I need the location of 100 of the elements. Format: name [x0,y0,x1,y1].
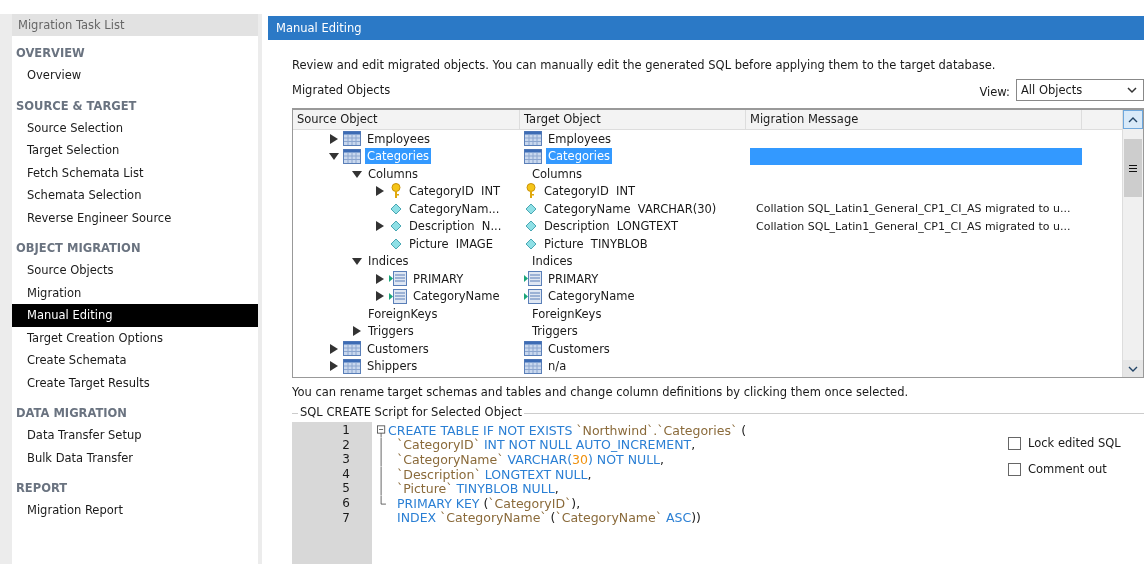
target-object-name[interactable]: Employees [546,130,613,147]
section-heading: REPORT [16,480,69,497]
sidebar-item[interactable]: Source Selection [12,116,258,139]
description-text: Review and edit migrated objects. You can manually edit the generated SQL before applying them to the target database. [292,58,997,74]
code-line: `CategoryName` VARCHAR(30) NOT NULL, [396,452,665,467]
sidebar-item[interactable]: Target Creation Options [12,326,258,349]
sidebar-item[interactable]: Fetch Schemata List [12,161,258,184]
checkbox[interactable] [1008,436,1021,450]
target-object-name[interactable]: Customers [546,340,612,357]
target-object-name[interactable]: Picture TINYBLOB [542,235,650,252]
collapsed-arrow-icon[interactable] [375,221,385,232]
collapsed-arrow-icon[interactable] [375,273,385,284]
chevron-down-icon [1128,365,1138,372]
target-object-name[interactable]: Triggers [530,323,580,340]
sidebar-item[interactable]: Create Target Results [12,371,258,394]
migration-message: Collation SQL_Latin1_General_CP1_CI_AS migrated to u... [756,219,1071,233]
scroll-up-button[interactable] [1123,110,1143,129]
table-icon [343,148,361,164]
fold-minus-icon[interactable] [376,423,387,438]
line-number: 4 [341,466,351,482]
target-object-name[interactable]: Columns [530,165,585,182]
section-heading: OBJECT MIGRATION [16,240,142,257]
source-object-name[interactable]: Customers [365,340,431,357]
key-icon [389,183,403,200]
table-icon [343,341,361,357]
code-line: `CategoryID` INT NOT NULL AUTO_INCREMENT, [396,437,696,453]
checkbox-label[interactable]: Comment out [1028,462,1107,476]
scrollbar-thumb[interactable] [1124,139,1142,197]
diamond-icon [389,219,403,234]
source-object-name[interactable]: CategoryName [411,288,502,305]
source-object-name[interactable]: Shippers [365,358,420,375]
column-header[interactable]: Target Object [520,110,746,129]
source-object-name[interactable]: CategoryNam... [407,200,502,217]
code-line: `Picture` TINYBLOB NULL, [396,481,559,497]
table-icon [524,131,542,147]
target-object-name[interactable]: CategoryName [546,288,637,305]
sidebar-item[interactable]: Bulk Data Transfer [12,446,258,469]
sidebar-item[interactable]: Source Objects [12,259,258,282]
checkbox[interactable] [1008,462,1021,476]
column-header[interactable]: Source Object [293,110,520,129]
sidebar-item[interactable]: Migration Report [12,499,258,522]
sidebar-item[interactable]: Manual Editing [12,304,258,327]
line-number: 7 [341,510,351,526]
table-icon [343,131,361,147]
source-object-name[interactable]: Columns [366,165,421,182]
diamond-icon [389,236,403,251]
expanded-arrow-icon[interactable] [329,151,339,162]
index-icon [389,288,407,304]
target-object-name[interactable]: PRIMARY [546,270,601,287]
code-line: PRIMARY KEY (`CategoryID`), [396,495,581,511]
view-dropdown[interactable]: All Objects [1016,79,1144,101]
source-object-name[interactable]: Employees [365,130,432,147]
diamond-icon [524,236,538,251]
table-icon [524,341,542,357]
collapsed-arrow-icon[interactable] [375,291,385,302]
target-object-name[interactable]: n/a [546,358,569,375]
sidebar-title: Migration Task List [12,14,258,36]
checkbox-label[interactable]: Lock edited SQL [1028,436,1121,450]
sidebar-item[interactable]: Data Transfer Setup [12,424,258,447]
chevron-down-icon [1127,86,1137,94]
target-object-name[interactable]: CategoryID INT [542,183,638,200]
table-icon [524,148,542,164]
view-label: View: [979,85,1010,99]
target-object-name[interactable]: CategoryName VARCHAR(30) [542,200,719,217]
collapsed-arrow-icon[interactable] [352,326,362,337]
scrollbar[interactable] [1122,110,1143,377]
line-number: 3 [341,452,351,467]
collapsed-arrow-icon[interactable] [329,361,339,372]
source-object-name[interactable]: CategoryID INT [407,183,503,200]
sidebar-item[interactable]: Target Selection [12,139,258,162]
sidebar-item[interactable]: Create Schemata [12,349,258,372]
line-number: 1 [341,423,351,438]
collapsed-arrow-icon[interactable] [375,186,385,197]
sidebar-item[interactable]: Migration [12,281,258,304]
collapsed-arrow-icon[interactable] [329,133,339,144]
expanded-arrow-icon[interactable] [352,168,362,179]
section-label: Migrated Objects [292,83,392,97]
diamond-icon [524,219,538,234]
section-heading: SOURCE & TARGET [16,97,138,115]
sidebar-item[interactable]: Schemata Selection [12,184,258,207]
target-object-name[interactable]: Description LONGTEXT [542,218,680,235]
chevron-up-icon [1128,116,1138,123]
source-object-name[interactable]: Description N... [407,218,504,235]
source-object-name[interactable]: Triggers [366,323,416,340]
line-number: 6 [341,495,351,511]
code-line: `Description` LONGTEXT NULL, [396,466,592,482]
sidebar-item[interactable]: Reverse Engineer Source [12,206,258,229]
scroll-down-button[interactable] [1123,360,1143,377]
source-object-name[interactable]: Indices [366,253,411,270]
section-heading: DATA MIGRATION [16,405,128,422]
source-object-name[interactable]: ForeignKeys [366,305,440,322]
expanded-arrow-icon[interactable] [352,256,362,267]
source-object-name[interactable]: Picture IMAGE [407,235,495,252]
key-icon [524,183,538,200]
target-object-name[interactable]: Indices [530,253,575,270]
target-object-name[interactable]: ForeignKeys [530,305,604,322]
collapsed-arrow-icon[interactable] [329,343,339,354]
source-object-name[interactable]: PRIMARY [411,270,466,287]
column-header[interactable]: Migration Message [746,110,1082,129]
sidebar-item[interactable]: Overview [12,64,258,87]
